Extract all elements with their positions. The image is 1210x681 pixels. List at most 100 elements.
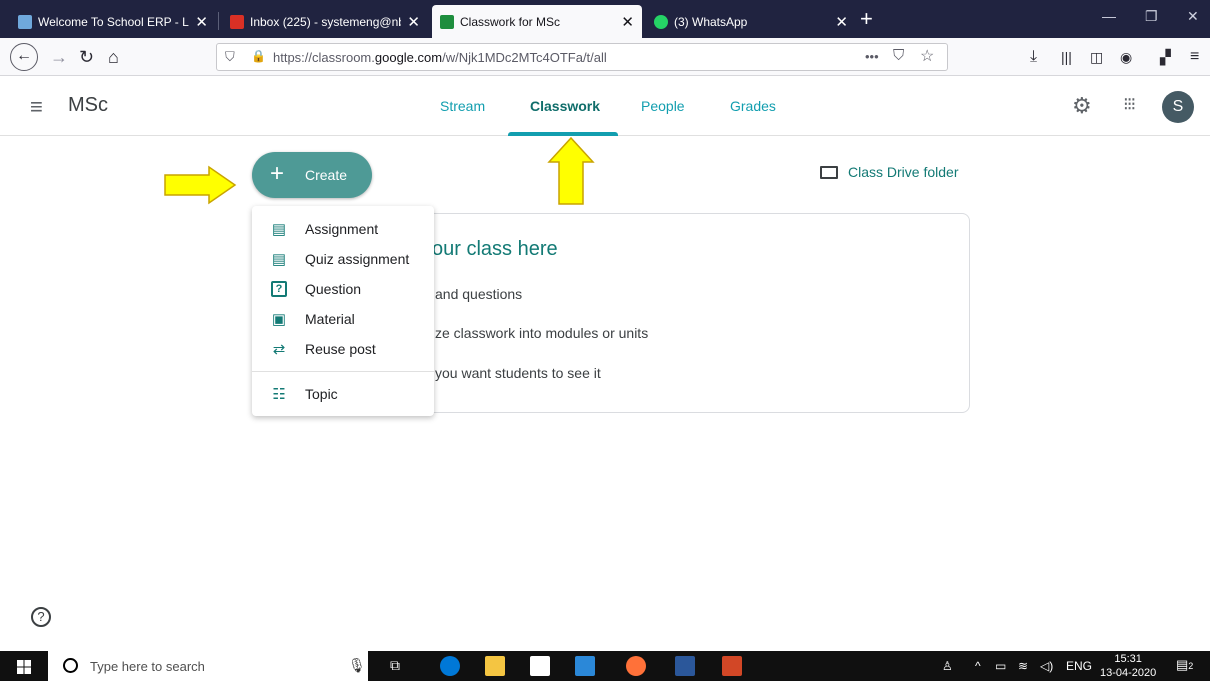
tab-title: Welcome To School ERP - Login (38, 14, 189, 29)
lock-icon[interactable]: 🔒 (251, 49, 266, 63)
minimize-button[interactable]: — (1102, 8, 1116, 24)
close-tab-icon[interactable]: ✕ (195, 13, 208, 31)
address-bar[interactable]: ⛉ 🔒 https://classroom.google.com/w/Njk1M… (216, 43, 948, 71)
bookmark-star-icon[interactable]: ☆ (920, 46, 934, 66)
tab-classwork[interactable]: Classwork for MSc ✕ (432, 5, 642, 38)
create-menu: ▤ Assignment ▤ Quiz assignment ? Questio… (252, 206, 434, 416)
restore-button[interactable]: ❐ (1145, 8, 1158, 25)
tab-title: Classwork for MSc (460, 14, 561, 29)
tab-separator (218, 12, 219, 30)
card-line: you want students to see it (435, 365, 601, 381)
menu-item-assignment[interactable]: ▤ Assignment (252, 214, 434, 244)
wifi-icon[interactable]: ≋ (1018, 659, 1028, 673)
tab-gmail-inbox[interactable]: Inbox (225) - systemeng@nbu.ac.in ✕ (222, 5, 428, 38)
browser-tab-strip: Welcome To School ERP - Login ✕ Inbox (2… (0, 0, 1210, 38)
close-tab-icon[interactable]: ✕ (835, 13, 848, 31)
windows-taskbar: Type here to search 🎙 ⧉ ♙ ^ ▭ ≋ ◁) ENG 1… (0, 651, 1210, 681)
menu-item-label: Material (305, 311, 355, 327)
new-tab-button[interactable]: + (860, 5, 873, 33)
pocket-icon[interactable]: ⛉ (893, 47, 904, 64)
menu-item-topic[interactable]: ☷ Topic (252, 379, 434, 409)
question-icon: ? (271, 281, 287, 297)
powerpoint-icon[interactable] (722, 656, 742, 676)
home-button[interactable]: ⌂ (108, 44, 119, 70)
tab-whatsapp[interactable]: (3) WhatsApp ✕ (646, 5, 856, 38)
url-domain: google.com (374, 50, 443, 65)
browser-navigation-bar: ← → ↻ ⌂ ⛉ 🔒 https://classroom.google.com… (0, 38, 1210, 76)
shield-icon[interactable]: ⛉ (225, 49, 235, 65)
annotation-arrow-up (547, 136, 595, 205)
close-window-button[interactable]: ✕ (1187, 8, 1199, 25)
tab-title: (3) WhatsApp (674, 14, 748, 29)
school-erp-favicon-icon (18, 14, 32, 29)
menu-item-material[interactable]: ▣ Material (252, 304, 434, 334)
notification-count: 2 (1188, 661, 1194, 671)
task-view-icon[interactable]: ⧉ (390, 657, 400, 674)
avatar[interactable]: S (1162, 91, 1194, 123)
windows-start-icon[interactable] (17, 660, 31, 674)
tab-people[interactable]: People (641, 98, 685, 114)
menu-item-label: Assignment (305, 221, 379, 237)
firefox-icon[interactable] (626, 656, 646, 676)
tab-classwork[interactable]: Classwork (530, 98, 600, 114)
language-indicator[interactable]: ENG (1066, 659, 1092, 673)
clock-time: 15:31 (1114, 653, 1142, 665)
file-explorer-icon[interactable] (485, 656, 505, 676)
volume-icon[interactable]: ◁) (1040, 659, 1053, 673)
sidebar-icon[interactable]: ◫ (1090, 44, 1103, 70)
clock-date: 13-04-2020 (1100, 667, 1157, 679)
edge-icon[interactable] (440, 656, 460, 676)
settings-gear-icon[interactable]: ⚙ (1072, 93, 1092, 119)
create-label: Create (305, 167, 348, 183)
account-icon[interactable]: ◉ (1120, 44, 1132, 70)
notifications-icon[interactable]: ▤2 (1176, 657, 1193, 673)
library-icon[interactable]: ||| (1061, 44, 1072, 70)
tab-title: Inbox (225) - systemeng@nbu.ac.in (250, 14, 401, 29)
create-button[interactable]: + Create (252, 152, 372, 198)
menu-item-label: Topic (305, 386, 338, 402)
class-drive-folder-link[interactable]: Class Drive folder (820, 164, 958, 180)
plus-icon: + (270, 160, 285, 187)
show-hidden-icons-icon[interactable]: ^ (975, 659, 981, 673)
folder-icon (820, 165, 838, 179)
close-tab-icon[interactable]: ✕ (407, 13, 420, 31)
menu-item-label: Quiz assignment (305, 251, 410, 267)
back-button[interactable]: ← (10, 43, 38, 71)
close-tab-icon[interactable]: ✕ (621, 13, 634, 31)
main-menu-icon[interactable]: ≡ (30, 94, 43, 120)
menu-item-label: Reuse post (305, 341, 376, 357)
store-icon[interactable] (530, 656, 550, 676)
menu-item-question[interactable]: ? Question (252, 274, 434, 304)
google-apps-icon[interactable]: ⁝⁝⁝ (1123, 94, 1136, 115)
menu-item-quiz-assignment[interactable]: ▤ Quiz assignment (252, 244, 434, 274)
help-icon[interactable]: ? (31, 607, 51, 627)
mail-icon[interactable] (575, 656, 595, 676)
menu-icon[interactable]: ≡ (1190, 44, 1199, 70)
clock[interactable]: 15:31 13-04-2020 (1100, 652, 1156, 680)
extensions-icon[interactable]: ▞ (1160, 44, 1171, 70)
tab-grades[interactable]: Grades (730, 98, 776, 114)
card-heading: our class here (432, 238, 558, 260)
word-icon[interactable] (675, 656, 695, 676)
drive-folder-label: Class Drive folder (848, 164, 959, 180)
battery-icon[interactable]: ▭ (995, 659, 1006, 673)
people-icon[interactable]: ♙ (942, 659, 953, 673)
tab-school-erp[interactable]: Welcome To School ERP - Login ✕ (10, 5, 216, 38)
taskbar-search[interactable]: Type here to search 🎙 (48, 651, 368, 681)
cortana-icon (63, 658, 78, 673)
topic-icon: ☷ (272, 386, 286, 403)
microphone-icon[interactable]: 🎙 (348, 657, 366, 674)
gmail-favicon-icon (230, 14, 244, 29)
course-title[interactable]: MSc (68, 94, 108, 117)
quiz-icon: ▤ (271, 251, 287, 268)
menu-item-reuse-post[interactable]: ⇄ Reuse post (252, 334, 434, 364)
url-text[interactable]: https://classroom.google.com/w/Njk1MDc2M… (273, 50, 607, 65)
reuse-icon: ⇄ (272, 341, 286, 358)
tab-stream[interactable]: Stream (440, 98, 485, 114)
page-actions-button[interactable]: ••• (865, 49, 879, 64)
reload-button[interactable]: ↻ (79, 44, 94, 70)
card-line: ze classwork into modules or units (435, 325, 649, 341)
downloads-icon[interactable]: ⤓ (1030, 44, 1037, 70)
forward-button[interactable]: → (50, 44, 68, 70)
url-prefix: https://classroom. (273, 50, 375, 65)
